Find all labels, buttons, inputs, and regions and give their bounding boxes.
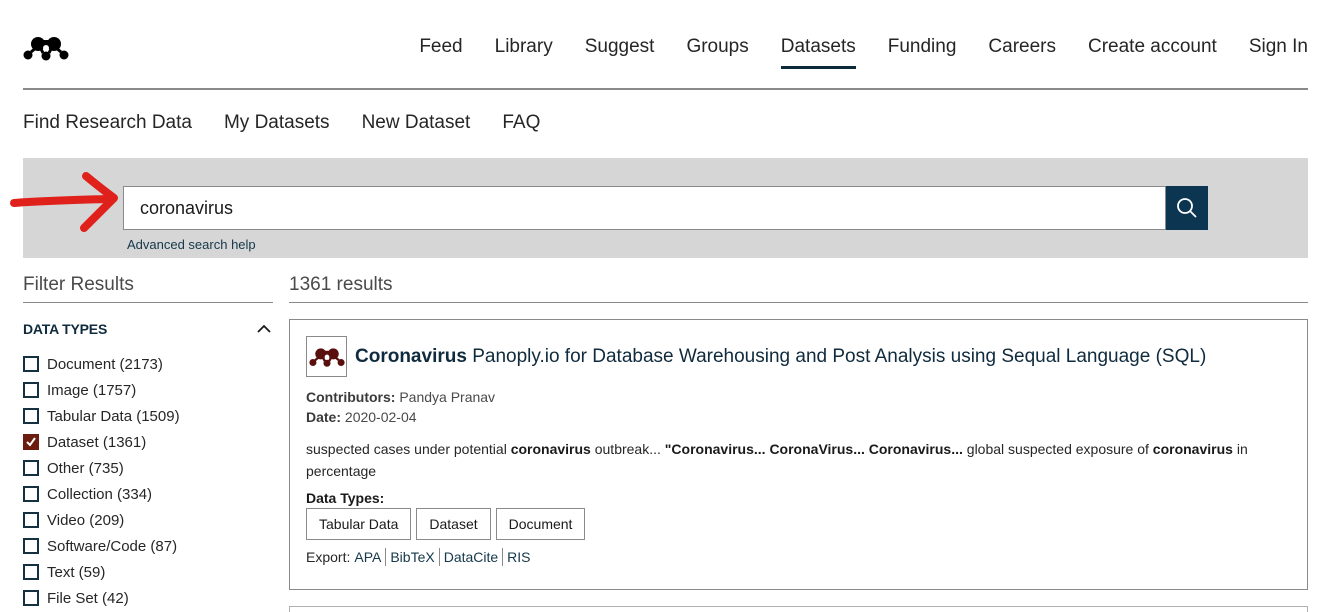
checkbox[interactable] (23, 538, 39, 554)
nav-groups[interactable]: Groups (686, 34, 748, 69)
result-title-link[interactable]: Coronavirus Panoply.io for Database Ware… (355, 346, 1206, 368)
export-datacite-link[interactable]: DataCite (440, 548, 504, 566)
nav-sign-in[interactable]: Sign In (1249, 34, 1308, 69)
search-input[interactable] (124, 187, 1165, 229)
data-type-tags: Tabular Data Dataset Document (306, 508, 1291, 540)
nav-create-account[interactable]: Create account (1088, 34, 1217, 69)
data-types-label: Data Types: (306, 490, 385, 506)
checkbox[interactable] (23, 564, 39, 580)
subnav-find-research-data[interactable]: Find Research Data (23, 110, 192, 136)
nav-suggest[interactable]: Suggest (585, 34, 655, 69)
search-band: Advanced search help (23, 158, 1308, 258)
snippet-highlight: coronavirus (1152, 441, 1233, 457)
export-bibtex-link[interactable]: BibTeX (386, 548, 440, 566)
date-row: Date: 2020-02-04 (306, 407, 1291, 427)
search-button[interactable] (1166, 186, 1208, 230)
tag-tabular-data[interactable]: Tabular Data (306, 508, 412, 540)
nav-library[interactable]: Library (495, 34, 553, 69)
filter-label: Video (209) (47, 511, 125, 529)
subnav-new-dataset[interactable]: New Dataset (362, 110, 471, 136)
snippet-text: global suspected exposure of (962, 441, 1153, 457)
title-text: Panoply.io for Database Warehousing and … (466, 345, 1207, 367)
annotation-arrow-icon (10, 172, 118, 232)
result-snippet: suspected cases under potential coronavi… (306, 438, 1291, 482)
nav-careers[interactable]: Careers (988, 34, 1056, 69)
checkbox[interactable] (23, 590, 39, 606)
snippet-text: suspected cases under potential (306, 441, 511, 457)
filter-software-code[interactable]: Software/Code (87) (23, 533, 273, 559)
filter-label: Image (1757) (47, 381, 137, 399)
export-label: Export: (306, 549, 351, 565)
nav-funding[interactable]: Funding (888, 34, 957, 69)
subnav-my-datasets[interactable]: My Datasets (224, 110, 330, 136)
result-header: Coronavirus Panoply.io for Database Ware… (306, 336, 1291, 377)
checkbox[interactable] (23, 408, 39, 424)
contributors-value: Pandya Pranav (399, 389, 496, 405)
snippet-highlight: "Coronavirus... CoronaVirus... Coronavir… (664, 441, 963, 457)
filter-video[interactable]: Video (209) (23, 507, 273, 533)
filter-results-title: Filter Results (23, 272, 273, 303)
subnav-faq[interactable]: FAQ (502, 110, 540, 136)
filter-dataset[interactable]: Dataset (1361) (23, 429, 273, 455)
filter-text[interactable]: Text (59) (23, 559, 273, 585)
results-panel: 1361 results Coronavirus Panoply.io for … (289, 272, 1308, 590)
result-card: Coronavirus Panoply.io for Database Ware… (289, 319, 1308, 590)
search-field (123, 186, 1166, 230)
data-types-section-header: DATA TYPES (23, 321, 273, 337)
filter-label: Other (735) (47, 459, 124, 477)
main-nav: Feed Library Suggest Groups Datasets Fun… (387, 34, 1308, 69)
filter-other[interactable]: Other (735) (23, 455, 273, 481)
date-value: 2020-02-04 (344, 409, 417, 425)
checkbox[interactable] (23, 356, 39, 372)
title-highlight: Coronavirus (355, 345, 467, 367)
data-types-filter-list: Document (2173) Image (1757) Tabular Dat… (23, 351, 273, 611)
filter-label: Software/Code (87) (47, 537, 178, 555)
contributors-label: Contributors: (306, 389, 396, 405)
filter-label: File Set (42) (47, 589, 129, 607)
checkbox[interactable] (23, 512, 39, 528)
filter-collection[interactable]: Collection (334) (23, 481, 273, 507)
next-result-card (289, 606, 1308, 612)
contributors-row: Contributors: Pandya Pranav (306, 387, 1291, 407)
filter-image[interactable]: Image (1757) (23, 377, 273, 403)
export-ris-link[interactable]: RIS (503, 548, 534, 566)
tag-document[interactable]: Document (495, 508, 586, 540)
filter-document[interactable]: Document (2173) (23, 351, 273, 377)
sub-nav: Find Research Data My Datasets New Datas… (23, 110, 572, 136)
snippet-highlight: coronavirus (510, 441, 591, 457)
checkmark-icon (26, 437, 36, 447)
tag-dataset[interactable]: Dataset (416, 508, 491, 540)
snippet-text: outbreak... (590, 441, 665, 457)
result-meta: Contributors: Pandya Pranav Date: 2020-0… (306, 387, 1291, 427)
export-row: Export: APA BibTeX DataCite RIS (306, 548, 1291, 566)
filter-label: Dataset (1361) (47, 433, 147, 451)
filter-sidebar: Filter Results DATA TYPES Document (2173… (23, 272, 273, 611)
nav-datasets[interactable]: Datasets (780, 34, 856, 69)
filter-file-set[interactable]: File Set (42) (23, 585, 273, 611)
nav-feed[interactable]: Feed (419, 34, 462, 69)
filter-label: Document (2173) (47, 355, 163, 373)
export-apa-link[interactable]: APA (350, 548, 387, 566)
data-types-title: DATA TYPES (23, 321, 108, 337)
filter-label: Tabular Data (1509) (47, 407, 180, 425)
filter-label: Collection (334) (47, 485, 153, 503)
search-icon (1177, 198, 1197, 218)
mendeley-data-icon (308, 347, 345, 367)
checkbox-checked[interactable] (23, 434, 39, 450)
result-thumbnail (306, 336, 347, 377)
mendeley-logo-icon[interactable] (23, 34, 69, 62)
advanced-search-help-link[interactable]: Advanced search help (127, 237, 256, 252)
checkbox[interactable] (23, 460, 39, 476)
chevron-up-icon[interactable] (255, 322, 273, 336)
results-count: 1361 results (289, 272, 1308, 303)
filter-tabular-data[interactable]: Tabular Data (1509) (23, 403, 273, 429)
checkbox[interactable] (23, 382, 39, 398)
filter-label: Text (59) (47, 563, 106, 581)
top-header: Feed Library Suggest Groups Datasets Fun… (23, 0, 1308, 90)
date-label: Date: (306, 409, 342, 425)
checkbox[interactable] (23, 486, 39, 502)
